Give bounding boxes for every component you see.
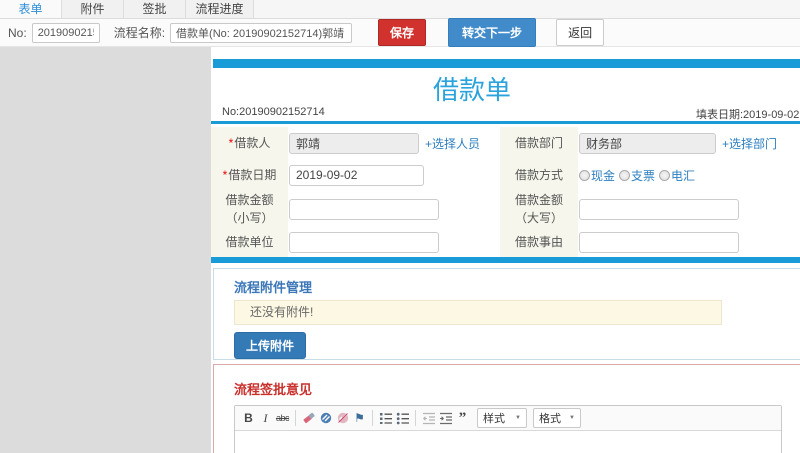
- back-button[interactable]: 返回: [556, 19, 605, 46]
- editor-toolbar: B I abc ⚑ ” 样式 ▼ 格式 ▼: [235, 406, 781, 431]
- select-person-link[interactable]: +选择人员: [425, 135, 480, 152]
- process-name-input[interactable]: [170, 22, 353, 43]
- loan-reason-input[interactable]: [579, 231, 739, 253]
- form-bottom-accent-bar: [211, 257, 800, 263]
- loan-unit-label: 借款单位: [211, 227, 288, 257]
- amount-capital-label: 借款金额（大写）: [500, 191, 578, 227]
- amount-numeric-label: 借款金额（小写）: [211, 191, 288, 227]
- loan-reason-label: 借款事由: [500, 227, 578, 257]
- no-label: No:: [8, 25, 27, 40]
- amount-numeric-input[interactable]: [289, 198, 439, 220]
- doc-number: No:20190902152714: [222, 106, 325, 118]
- forward-next-step-button[interactable]: 转交下一步: [448, 18, 537, 47]
- approval-section: 流程签批意见 B I abc ⚑ ” 样式 ▼ 格式 ▼: [213, 364, 800, 453]
- indent-icon[interactable]: [437, 409, 454, 427]
- amount-numeric-field: [288, 191, 500, 227]
- page-title: 借款单: [432, 75, 511, 105]
- fill-date: 填表日期:2019-09-02 15:27:1: [696, 109, 800, 121]
- tab-attachment[interactable]: 附件: [62, 0, 124, 18]
- radio-circle-icon: [659, 169, 671, 181]
- toolbar-separator: [415, 410, 416, 426]
- tab-approval[interactable]: 签批: [124, 0, 186, 18]
- blockquote-icon[interactable]: ”: [454, 409, 471, 427]
- attachment-section: 流程附件管理 还没有附件! 上传附件: [213, 268, 800, 360]
- department-field: +选择部门: [578, 127, 800, 159]
- rich-text-editor: B I abc ⚑ ” 样式 ▼ 格式 ▼: [234, 405, 782, 453]
- caret-down-icon: ▼: [515, 415, 521, 421]
- loan-date-input[interactable]: [289, 164, 424, 186]
- numbered-list-icon[interactable]: [377, 409, 394, 427]
- loan-unit-field: [288, 227, 500, 257]
- bulleted-list-icon[interactable]: [394, 409, 411, 427]
- no-attachment-notice: 还没有附件!: [234, 300, 722, 325]
- unlink-icon[interactable]: [334, 409, 351, 427]
- anchor-flag-icon[interactable]: ⚑: [351, 409, 368, 427]
- app: 表单 附件 签批 流程进度 No: 流程名称: 保存 转交下一步 返回 借款单 …: [0, 0, 800, 453]
- radio-check[interactable]: 支票: [619, 167, 655, 184]
- required-mark: *: [222, 168, 228, 182]
- radio-cash[interactable]: 现金: [579, 167, 615, 184]
- radio-circle-icon: [579, 169, 590, 181]
- format-dropdown[interactable]: 格式 ▼: [533, 408, 581, 428]
- format-dropdown-label: 格式: [539, 413, 561, 425]
- styles-dropdown[interactable]: 样式 ▼: [477, 408, 527, 428]
- save-button[interactable]: 保存: [378, 19, 427, 46]
- loan-method-label: 借款方式: [500, 159, 578, 191]
- loan-date-field: [288, 159, 500, 191]
- editor-content-area[interactable]: [235, 431, 781, 453]
- select-department-link[interactable]: +选择部门: [722, 135, 777, 152]
- department-input[interactable]: [579, 132, 716, 154]
- required-mark: *: [228, 136, 234, 150]
- bold-icon[interactable]: B: [240, 409, 257, 427]
- borrower-label: *借款人: [211, 127, 288, 159]
- tab-progress[interactable]: 流程进度: [186, 0, 254, 18]
- amount-capital-field: [578, 191, 800, 227]
- loan-form-grid: *借款人 +选择人员 借款部门 +选择部门 *借款日期 借款方式: [211, 127, 800, 257]
- link-icon[interactable]: [317, 409, 334, 427]
- tab-strip: 表单 附件 签批 流程进度: [0, 0, 800, 19]
- tab-form[interactable]: 表单: [0, 0, 62, 18]
- radio-wire-transfer[interactable]: 电汇: [659, 167, 695, 184]
- strikethrough-icon[interactable]: abc: [274, 409, 291, 427]
- loan-form-panel: 借款单 No:20190902152714 填表日期:2019-09-02 15…: [211, 47, 800, 453]
- no-input[interactable]: [31, 22, 100, 43]
- panel-top-accent-bar: [213, 59, 800, 68]
- loan-unit-input[interactable]: [289, 231, 439, 253]
- amount-capital-input[interactable]: [579, 198, 739, 220]
- borrower-input[interactable]: [289, 132, 419, 154]
- upload-attachment-button[interactable]: 上传附件: [234, 332, 307, 359]
- loan-method-field: 现金 支票 电汇: [578, 159, 800, 191]
- caret-down-icon: ▼: [569, 415, 575, 421]
- radio-circle-icon: [619, 169, 631, 181]
- borrower-field: +选择人员: [288, 127, 500, 159]
- styles-dropdown-label: 样式: [483, 413, 505, 425]
- toolbar-separator: [372, 410, 373, 426]
- toolbar-separator: [295, 410, 296, 426]
- italic-icon[interactable]: I: [257, 409, 274, 427]
- doc-meta-row: No:20190902152714 填表日期:2019-09-02 15:27:…: [211, 106, 800, 122]
- remove-format-icon[interactable]: [300, 409, 317, 427]
- loan-method-radio-group: 现金 支票 电汇: [579, 167, 699, 184]
- process-name-label: 流程名称:: [113, 26, 166, 40]
- approval-section-heading: 流程签批意见: [234, 382, 313, 397]
- toolbar: No: 流程名称: 保存 转交下一步 返回: [0, 18, 800, 47]
- attachment-section-heading: 流程附件管理: [234, 280, 313, 295]
- divider-line: [211, 121, 800, 124]
- outdent-icon[interactable]: [420, 409, 437, 427]
- department-label: 借款部门: [500, 127, 578, 159]
- loan-date-label: *借款日期: [211, 159, 288, 191]
- loan-reason-field: [578, 227, 800, 257]
